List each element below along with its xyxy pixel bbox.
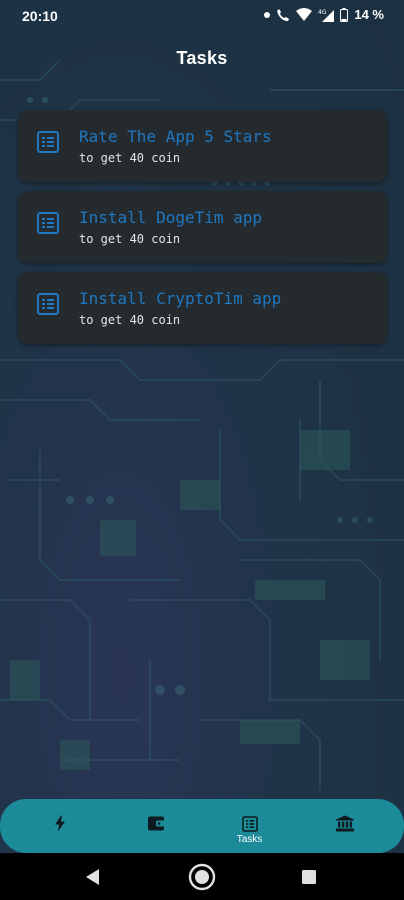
bottom-nav: Tasks xyxy=(0,799,404,853)
status-bar: 20:10 4G 14 % xyxy=(0,0,404,32)
task-title: Install CryptoTim app xyxy=(79,289,282,308)
nav-item-tasks[interactable]: Tasks xyxy=(199,799,300,853)
network-label: 4G xyxy=(318,9,327,16)
recents-icon[interactable] xyxy=(302,870,316,889)
task-list-icon xyxy=(36,130,60,154)
task-subtitle: to get 40 coin xyxy=(79,232,181,246)
wifi-icon xyxy=(296,8,313,21)
nav-item-wallet[interactable] xyxy=(105,799,206,853)
nav-item-boost[interactable] xyxy=(9,799,110,853)
battery-icon xyxy=(340,7,349,22)
task-card-rate-app[interactable]: Rate The App 5 Stars to get 40 coin xyxy=(18,110,387,182)
nav-item-bank[interactable] xyxy=(294,799,395,853)
status-time: 20:10 xyxy=(22,8,58,24)
notification-dot-icon xyxy=(264,11,271,18)
signal-icon: 4G xyxy=(318,8,335,22)
status-icons: 4G 14 % xyxy=(264,7,384,22)
task-card-install-cryptotim[interactable]: Install CryptoTim app to get 40 coin xyxy=(18,272,387,344)
nav-label-tasks: Tasks xyxy=(236,834,263,845)
task-list-icon xyxy=(36,292,60,316)
bank-icon xyxy=(335,815,354,837)
task-subtitle: to get 40 coin xyxy=(79,151,181,165)
task-subtitle: to get 40 coin xyxy=(79,313,181,327)
task-card-install-dogetim[interactable]: Install DogeTim app to get 40 coin xyxy=(18,191,387,263)
battery-percent: 14 % xyxy=(354,7,384,22)
wifi-call-icon xyxy=(276,8,290,22)
wallet-icon xyxy=(147,816,165,837)
task-list-icon xyxy=(36,211,60,235)
system-nav-bar xyxy=(0,853,404,900)
home-icon[interactable] xyxy=(188,863,216,896)
task-list: Rate The App 5 Stars to get 40 coin Inst… xyxy=(18,110,387,353)
task-title: Rate The App 5 Stars xyxy=(79,127,272,146)
lightning-icon xyxy=(54,815,66,837)
task-title: Install DogeTim app xyxy=(79,208,263,227)
page-title: Tasks xyxy=(176,48,228,68)
back-icon[interactable] xyxy=(86,869,100,890)
